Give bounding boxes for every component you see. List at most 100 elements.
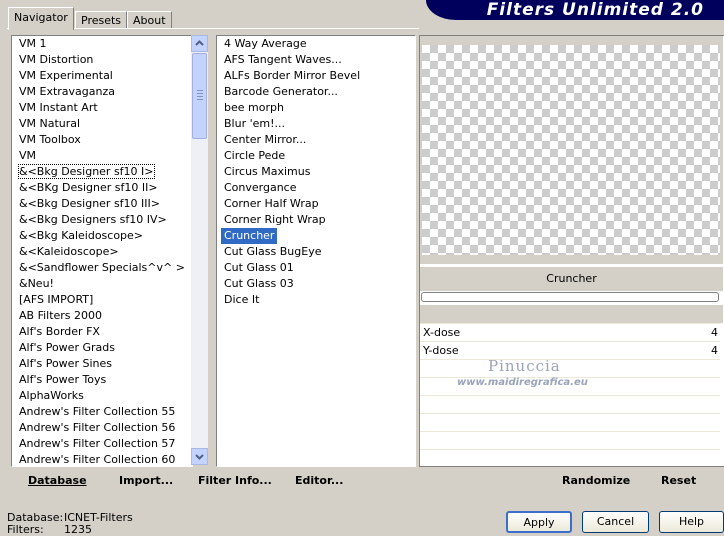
category-label: VM Extravaganza (19, 85, 116, 98)
category-label: &<Bkg Kaleidoscope> (19, 229, 144, 242)
category-item[interactable]: VM Instant Art (12, 100, 192, 116)
filter-item[interactable]: bee morph (217, 100, 415, 116)
category-label: Alf's Power Sines (19, 357, 112, 370)
category-item[interactable]: AlphaWorks (12, 388, 192, 404)
filter-item[interactable]: Cruncher (221, 228, 278, 244)
database-button[interactable]: Database (28, 473, 87, 489)
category-item[interactable]: VM Extravaganza (12, 84, 192, 100)
tab-navigator[interactable]: Navigator (8, 7, 74, 30)
scroll-thumb[interactable] (192, 53, 207, 139)
category-item[interactable]: Andrew's Filter Collection 60 (12, 452, 192, 466)
randomize-button[interactable]: Randomize (562, 473, 630, 489)
category-label: Andrew's Filter Collection 60 (19, 453, 176, 466)
editor-button[interactable]: Editor... (295, 473, 343, 489)
category-label: &<Kaleidoscope> (19, 245, 119, 258)
category-item[interactable]: AB Filters 2000 (12, 308, 192, 324)
filter-info-button[interactable]: Filter Info... (198, 473, 272, 489)
category-item[interactable]: VM Natural (12, 116, 192, 132)
category-item[interactable]: Andrew's Filter Collection 57 (12, 436, 192, 452)
category-item[interactable]: &<Kaleidoscope> (12, 244, 192, 260)
filter-item[interactable]: Center Mirror... (217, 132, 415, 148)
category-item[interactable]: &Neu! (12, 276, 192, 292)
category-label: &<Bkg Designer sf10 I> (18, 164, 155, 179)
category-item[interactable]: Alf's Power Grads (12, 340, 192, 356)
category-scrollbar[interactable] (191, 35, 208, 465)
title-banner: Filters Unlimited 2.0 (426, 0, 724, 20)
panel-spacer (420, 305, 723, 323)
category-item[interactable]: [AFS IMPORT] (12, 292, 192, 308)
category-label: Alf's Power Toys (19, 373, 107, 386)
filter-item[interactable]: Barcode Generator... (217, 84, 415, 100)
watermark-url: www.maidiregrafica.eu (457, 377, 588, 388)
category-item[interactable]: VM (12, 148, 192, 164)
filter-item[interactable]: Convergance (217, 180, 415, 196)
help-button[interactable]: Help (659, 511, 724, 533)
import-button[interactable]: Import... (119, 473, 173, 489)
reset-button[interactable]: Reset (661, 473, 696, 489)
param-value-y-dose[interactable]: 4 (700, 342, 718, 359)
filter-list[interactable]: 4 Way Average AFS Tangent Waves... ALFs Bo… (216, 35, 416, 467)
category-item[interactable]: VM Experimental (12, 68, 192, 84)
category-item[interactable]: Alf's Border FX (12, 324, 192, 340)
category-item[interactable]: &<Bkg Designers sf10 IV> (12, 212, 192, 228)
category-item[interactable]: Andrew's Filter Collection 55 (12, 404, 192, 420)
category-label: [AFS IMPORT] (19, 293, 94, 306)
cancel-button[interactable]: Cancel (582, 511, 649, 533)
category-item[interactable]: &<Bkg Designer sf10 III> (12, 196, 192, 212)
row-divider (420, 341, 720, 342)
tab-about[interactable]: About (127, 11, 172, 29)
category-item[interactable]: &<Sandflower Specials^v^ > (12, 260, 192, 276)
category-label: Alf's Power Grads (19, 341, 115, 354)
param-value-x-dose[interactable]: 4 (700, 324, 718, 341)
category-label: Andrew's Filter Collection 55 (19, 405, 176, 418)
preview-image (422, 45, 720, 255)
scroll-up-button[interactable] (191, 35, 208, 52)
filter-item[interactable]: Circus Maximus (217, 164, 415, 180)
category-label: Andrew's Filter Collection 57 (19, 437, 176, 450)
category-item[interactable]: VM 1 (12, 36, 192, 52)
category-item[interactable]: VM Toolbox (12, 132, 192, 148)
filter-item[interactable]: Corner Right Wrap (217, 212, 415, 228)
category-item[interactable]: &<Bkg Kaleidoscope> (12, 228, 192, 244)
category-label: &Neu! (19, 277, 54, 290)
category-label: VM Toolbox (19, 133, 81, 146)
filters-label: Filters: (7, 523, 44, 536)
param-label-x-dose: X-dose (423, 326, 461, 339)
filter-item[interactable]: Corner Half Wrap (217, 196, 415, 212)
filter-item[interactable]: 4 Way Average (217, 36, 415, 52)
category-label: VM Natural (19, 117, 81, 130)
param-label-y-dose: Y-dose (423, 344, 459, 357)
apply-button[interactable]: Apply (506, 511, 572, 533)
chevron-up-icon (195, 40, 204, 46)
category-label: AB Filters 2000 (19, 309, 103, 322)
category-label: Alf's Border FX (19, 325, 100, 338)
filter-item[interactable]: Cut Glass BugEye (217, 244, 415, 260)
category-item[interactable]: &<BKg Designer sf10 II> (12, 180, 192, 196)
chevron-down-icon (195, 454, 204, 460)
filter-item[interactable]: Dice It (217, 292, 415, 308)
category-label: &<Bkg Designer sf10 III> (19, 197, 161, 210)
filter-item[interactable]: Circle Pede (217, 148, 415, 164)
category-item[interactable]: Alf's Power Toys (12, 372, 192, 388)
filter-item[interactable]: Cut Glass 03 (217, 276, 415, 292)
category-item[interactable]: VM Distortion (12, 52, 192, 68)
category-label: AlphaWorks (19, 389, 84, 402)
category-list[interactable]: VM 1 VM Distortion VM Experimental VM Extra… (11, 35, 193, 467)
category-item[interactable]: Alf's Power Sines (12, 356, 192, 372)
filter-item[interactable]: Blur 'em!... (217, 116, 415, 132)
category-item[interactable]: &<Bkg Designer sf10 I> (12, 164, 192, 180)
filters-count: 1235 (64, 523, 92, 536)
category-label: &<Sandflower Specials^v^ > (19, 261, 185, 274)
tab-presets[interactable]: Presets (75, 11, 128, 29)
category-label: &<BKg Designer sf10 II> (19, 181, 158, 194)
row-divider (420, 323, 720, 324)
watermark-name: Pinuccia (488, 357, 561, 375)
filter-item[interactable]: Cut Glass 01 (217, 260, 415, 276)
filter-item[interactable]: AFS Tangent Waves... (217, 52, 415, 68)
filter-item[interactable]: ALFs Border Mirror Bevel (217, 68, 415, 84)
scroll-down-button[interactable] (191, 448, 208, 465)
category-label: Andrew's Filter Collection 56 (19, 421, 176, 434)
selected-filter-name: Cruncher (420, 267, 723, 291)
category-label: VM Experimental (19, 69, 113, 82)
category-item[interactable]: Andrew's Filter Collection 56 (12, 420, 192, 436)
